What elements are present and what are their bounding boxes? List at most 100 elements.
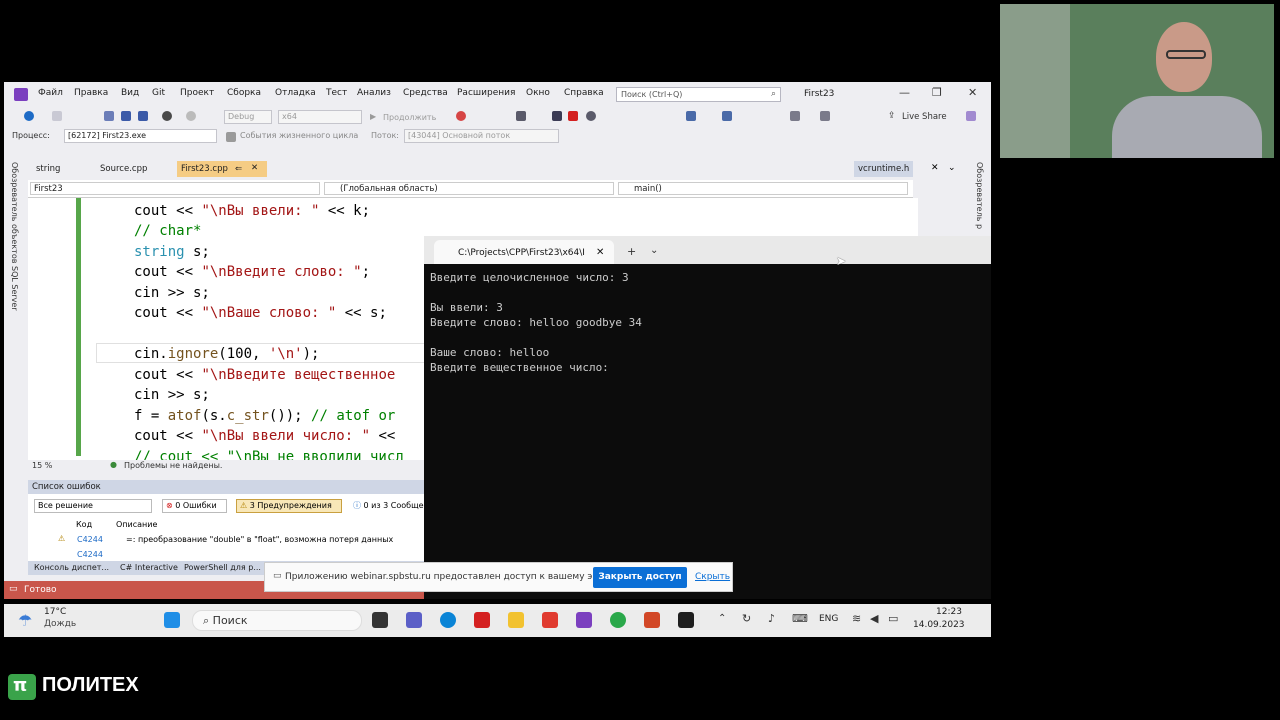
hide-link[interactable]: Скрыть bbox=[695, 572, 730, 582]
volume-icon[interactable]: ◀ bbox=[870, 612, 878, 625]
menu-view[interactable]: Вид bbox=[121, 88, 139, 98]
process-select[interactable]: [62172] First23.exe bbox=[64, 129, 217, 143]
member-dropdown[interactable]: main() bbox=[618, 182, 908, 195]
tab-close-icon[interactable]: ✕ bbox=[251, 163, 258, 173]
back-icon[interactable] bbox=[24, 111, 34, 121]
menu-test[interactable]: Тест bbox=[326, 88, 347, 98]
scope-dropdown[interactable]: (Глобальная область) bbox=[324, 182, 614, 195]
thread-select[interactable]: [43044] Основной поток bbox=[404, 129, 559, 143]
search-box[interactable]: Поиск (Ctrl+Q) ⌕ bbox=[616, 87, 781, 102]
project-dropdown[interactable]: First23 bbox=[30, 182, 320, 195]
task-view-icon[interactable] bbox=[372, 612, 388, 628]
powerpoint-icon[interactable] bbox=[644, 612, 660, 628]
menu-edit[interactable]: Правка bbox=[74, 88, 108, 98]
keyboard-icon[interactable]: ⌨ bbox=[792, 612, 808, 625]
pause-icon[interactable] bbox=[516, 111, 526, 121]
weather-condition[interactable]: Дождь bbox=[44, 619, 76, 629]
config-select[interactable]: Debug bbox=[224, 110, 272, 124]
comment-icon[interactable] bbox=[790, 111, 800, 121]
language-indicator[interactable]: ENG bbox=[819, 614, 838, 624]
break-all-icon[interactable] bbox=[552, 111, 562, 121]
tab-vcruntime-close-icon[interactable]: ✕ bbox=[931, 163, 939, 173]
tab-powershell[interactable]: PowerShell для р... bbox=[184, 563, 261, 572]
terminal-icon[interactable] bbox=[678, 612, 694, 628]
acrobat-icon[interactable] bbox=[474, 612, 490, 628]
console-tab[interactable]: C:\Projects\CPP\First23\x64\I ✕ bbox=[434, 240, 614, 264]
pin-icon[interactable]: ⇐ bbox=[235, 164, 242, 174]
stop-icon[interactable] bbox=[568, 111, 578, 121]
battery-icon[interactable]: ▭ bbox=[888, 612, 898, 625]
menu-extensions[interactable]: Расширения bbox=[457, 88, 515, 98]
console-window[interactable]: C:\Projects\CPP\First23\x64\I ✕ + ⌄ ➤ Вв… bbox=[424, 236, 991, 599]
clock-date[interactable]: 14.09.2023 bbox=[913, 620, 965, 630]
play-icon[interactable]: ▶ bbox=[370, 112, 376, 121]
tab-package-manager-console[interactable]: Консоль диспет... bbox=[34, 563, 109, 572]
table-row[interactable]: C4244 bbox=[28, 550, 428, 558]
scope-filter-select[interactable]: Все решение bbox=[34, 499, 152, 513]
menu-project[interactable]: Проект bbox=[180, 88, 214, 98]
solution-explorer-tab[interactable]: Обозреватель р bbox=[975, 162, 984, 229]
microphone-icon[interactable]: ♪ bbox=[768, 612, 775, 625]
tab-string[interactable]: string bbox=[32, 161, 64, 177]
taskbar-search[interactable]: ⌕ Поиск bbox=[192, 610, 362, 631]
menu-analyze[interactable]: Анализ bbox=[357, 88, 391, 98]
tab-list-chevron-down-icon[interactable]: ⌄ bbox=[948, 163, 956, 173]
messages-filter-button[interactable]: ⓘ 0 из 3 Сообще bbox=[350, 499, 428, 513]
step-into-icon[interactable] bbox=[722, 111, 732, 121]
column-code[interactable]: Код bbox=[76, 520, 92, 529]
close-icon[interactable]: ✕ bbox=[968, 86, 977, 99]
menu-git[interactable]: Git bbox=[152, 88, 165, 98]
chevron-up-icon[interactable]: ⌃ bbox=[718, 613, 726, 624]
menu-build[interactable]: Сборка bbox=[227, 88, 261, 98]
row-code[interactable]: C4244 bbox=[77, 535, 103, 544]
wifi-icon[interactable]: ≋ bbox=[852, 612, 861, 625]
restart-icon[interactable] bbox=[586, 111, 596, 121]
uncomment-icon[interactable] bbox=[820, 111, 830, 121]
stop-sharing-button[interactable]: Закрыть доступ bbox=[593, 567, 687, 588]
redo-icon[interactable] bbox=[186, 111, 196, 121]
new-project-icon[interactable] bbox=[52, 111, 62, 121]
menu-debug[interactable]: Отладка bbox=[275, 88, 316, 98]
clock-time[interactable]: 12:23 bbox=[936, 607, 962, 617]
zoom-level[interactable]: 15 % bbox=[32, 461, 52, 470]
step-over-icon[interactable] bbox=[686, 111, 696, 121]
menu-file[interactable]: Файл bbox=[38, 88, 63, 98]
chevron-down-icon[interactable]: ⌄ bbox=[650, 245, 658, 256]
new-tab-icon[interactable]: + bbox=[627, 245, 636, 258]
table-row[interactable]: ⚠ C4244 =: преобразование "double" в "fl… bbox=[28, 533, 428, 547]
sync-icon[interactable]: ↻ bbox=[742, 612, 751, 625]
save-icon[interactable] bbox=[121, 111, 131, 121]
warnings-filter-button[interactable]: ⚠ 3 Предупреждения bbox=[236, 499, 342, 513]
continue-button[interactable]: Продолжить bbox=[383, 113, 436, 122]
column-description[interactable]: Описание bbox=[116, 520, 157, 529]
undo-icon[interactable] bbox=[162, 111, 172, 121]
errors-filter-button[interactable]: ⊗ 0 Ошибки bbox=[162, 499, 227, 513]
tab-csharp-interactive[interactable]: C# Interactive bbox=[120, 563, 178, 572]
tab-close-icon[interactable]: ✕ bbox=[596, 247, 604, 258]
chrome-icon[interactable] bbox=[610, 612, 626, 628]
weather-temp[interactable]: 17°C bbox=[44, 607, 66, 617]
restore-icon[interactable]: ❐ bbox=[932, 86, 942, 99]
platform-select[interactable]: x64 bbox=[278, 110, 362, 124]
problems-status[interactable]: Проблемы не найдены. bbox=[124, 461, 222, 470]
menu-tools[interactable]: Средства bbox=[403, 88, 448, 98]
edge-icon[interactable] bbox=[440, 612, 456, 628]
menu-help[interactable]: Справка bbox=[564, 88, 604, 98]
weather-icon[interactable]: ☂ bbox=[18, 611, 32, 630]
start-windows-icon[interactable] bbox=[164, 612, 180, 628]
file-explorer-icon[interactable] bbox=[508, 612, 524, 628]
feedback-icon[interactable] bbox=[966, 111, 976, 121]
tab-source-cpp[interactable]: Source.cpp bbox=[96, 161, 151, 177]
hot-reload-icon[interactable] bbox=[456, 111, 466, 121]
live-share-button[interactable]: Live Share bbox=[902, 112, 947, 122]
sql-server-explorer-tab[interactable]: Обозреватель объектов SQL Server bbox=[10, 162, 19, 311]
open-icon[interactable] bbox=[104, 111, 114, 121]
yandex-browser-icon[interactable] bbox=[542, 612, 558, 628]
tab-vcruntime[interactable]: vcruntime.h bbox=[854, 161, 914, 177]
save-all-icon[interactable] bbox=[138, 111, 148, 121]
lifecycle-events[interactable]: События жизненного цикла bbox=[240, 131, 358, 140]
teams-chat-icon[interactable] bbox=[406, 612, 422, 628]
row-code[interactable]: C4244 bbox=[77, 550, 103, 558]
minimize-icon[interactable]: — bbox=[899, 86, 910, 99]
visual-studio-icon[interactable] bbox=[576, 612, 592, 628]
